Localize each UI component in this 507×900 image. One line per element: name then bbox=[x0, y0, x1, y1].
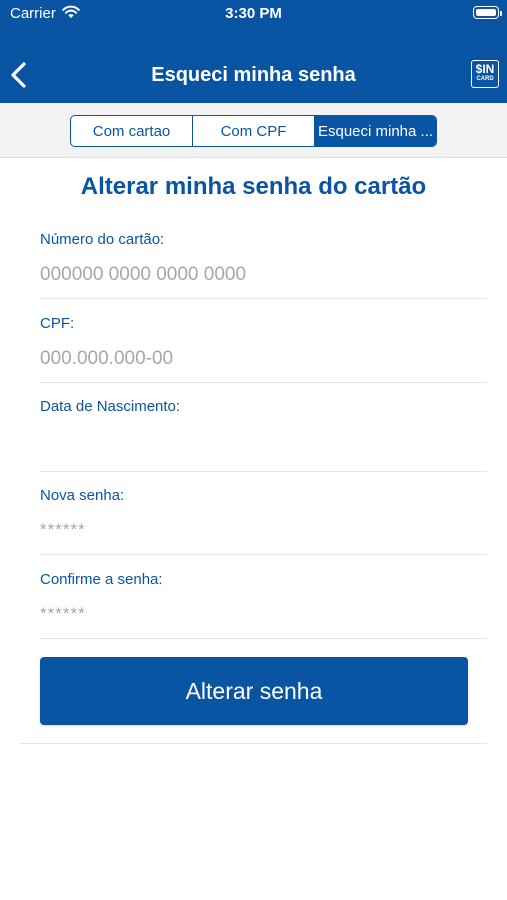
battery-icon bbox=[473, 6, 502, 19]
segment-esqueci-minha[interactable]: Esqueci minha ... bbox=[315, 116, 436, 146]
segment-com-cpf[interactable]: Com CPF bbox=[193, 116, 315, 146]
cpf-field: CPF: 000.000.000-00 bbox=[40, 315, 487, 383]
cpf-input[interactable]: 000.000.000-00 bbox=[40, 348, 173, 370]
new-password-input[interactable]: ****** bbox=[40, 520, 86, 540]
birth-date-input[interactable] bbox=[40, 431, 487, 461]
new-password-label: Nova senha: bbox=[40, 487, 125, 504]
page-title: Esqueci minha senha bbox=[151, 64, 356, 86]
birth-date-label: Data de Nascimento: bbox=[40, 398, 181, 415]
status-bar: Carrier 3:30 PM bbox=[0, 0, 507, 30]
sincard-logo[interactable]: $IN CARD bbox=[471, 60, 499, 88]
confirm-password-input[interactable]: ****** bbox=[40, 604, 86, 624]
segment-bar: Com cartao Com CPF Esqueci minha ... bbox=[0, 103, 507, 158]
card-number-field: Número do cartão: 000000 0000 0000 0000 bbox=[40, 231, 487, 299]
form-heading: Alterar minha senha do cartão bbox=[80, 173, 427, 200]
logo-text-bottom: CARD bbox=[476, 76, 494, 82]
confirm-password-field: Confirme a senha: ****** bbox=[40, 571, 487, 639]
divider bbox=[20, 743, 487, 744]
segment-com-cartao[interactable]: Com cartao bbox=[71, 116, 193, 146]
segmented-control: Com cartao Com CPF Esqueci minha ... bbox=[70, 115, 437, 147]
birth-date-field: Data de Nascimento: bbox=[40, 398, 487, 472]
new-password-field: Nova senha: ****** bbox=[40, 487, 487, 555]
clock: 3:30 PM bbox=[225, 5, 282, 22]
cpf-label: CPF: bbox=[40, 315, 75, 332]
logo-text-top: $IN bbox=[475, 62, 495, 76]
confirm-password-label: Confirme a senha: bbox=[40, 571, 163, 588]
card-number-input[interactable]: 000000 0000 0000 0000 bbox=[40, 264, 246, 286]
navigation-bar: Carrier 3:30 PM Esqueci minha senha $IN … bbox=[0, 0, 507, 103]
card-number-label: Número do cartão: bbox=[40, 231, 165, 248]
alterar-senha-button[interactable]: Alterar senha bbox=[40, 657, 468, 725]
